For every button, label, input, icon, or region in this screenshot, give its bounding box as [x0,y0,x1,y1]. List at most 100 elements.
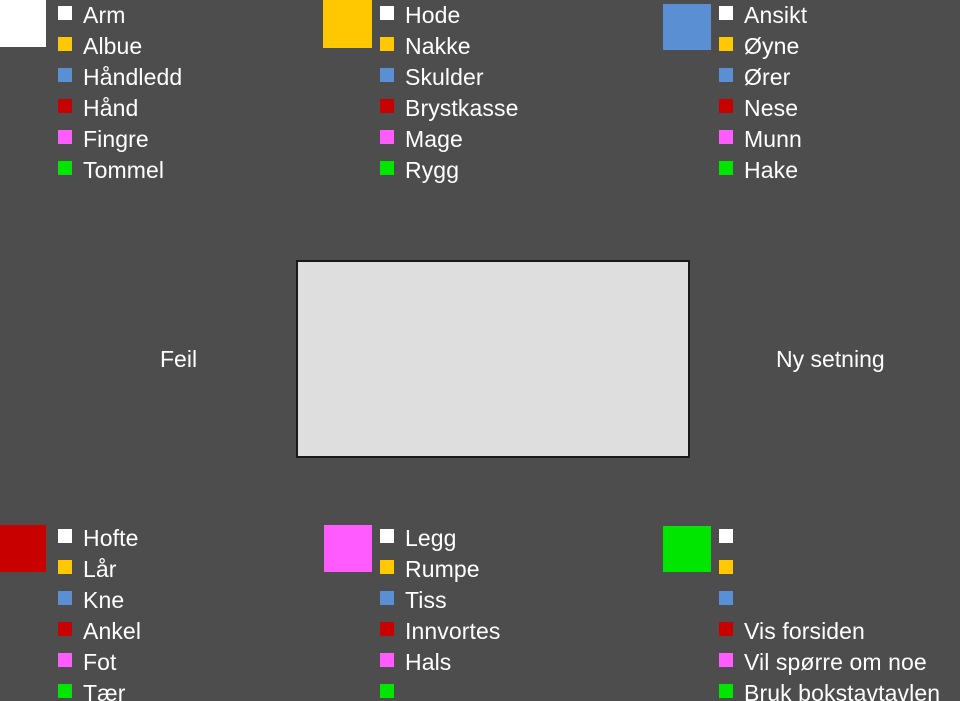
legend-column-top-3: Ansikt Øyne Ører Nese Munn Hake [719,0,807,186]
app-canvas: Arm Albue Håndledd Hånd Fingre Tommel Ho… [0,0,960,701]
color-bullet-icon [380,99,394,113]
legend-item[interactable]: Hofte [58,523,141,554]
legend-item-label: Munn [744,126,802,152]
top-swatch-3[interactable] [663,4,711,50]
legend-item-label: Hånd [83,95,139,121]
legend-item[interactable]: Hals [380,647,501,678]
ny-setning-label[interactable]: Ny setning [776,345,885,373]
legend-item-label: Bruk bokstavtavlen [744,680,941,701]
legend-item[interactable]: Brystkasse [380,93,518,124]
legend-item-label: Arm [83,2,126,28]
legend-item-label: Albue [83,33,143,59]
legend-column-bottom-2: Legg Rumpe Tiss Innvortes Hals [380,523,501,701]
color-bullet-icon [719,68,733,82]
legend-item-label: Nese [744,95,799,121]
color-bullet-icon [380,653,394,667]
top-swatch-1[interactable] [0,0,46,47]
legend-item[interactable]: Legg [380,523,501,554]
color-bullet-icon [58,684,72,698]
legend-item[interactable]: Vis forsiden [719,616,940,647]
color-bullet-icon [719,622,733,636]
color-bullet-icon [380,529,394,543]
legend-item[interactable]: Arm [58,0,182,31]
legend-item-label: Fingre [83,126,149,152]
legend-item-label: Hals [405,649,452,675]
legend-item-label: Øyne [744,33,800,59]
color-bullet-icon [380,560,394,574]
legend-item[interactable]: Øyne [719,31,807,62]
bottom-swatch-3[interactable] [663,526,711,572]
legend-item[interactable]: Rygg [380,155,518,186]
legend-column-bottom-1: Hofte Lår Kne Ankel Fot Tær [58,523,141,701]
legend-item[interactable]: Hode [380,0,518,31]
legend-item-label: Tiss [405,587,447,613]
legend-item[interactable]: Skulder [380,62,518,93]
legend-item[interactable]: Vil spørre om noe [719,647,940,678]
color-bullet-icon [380,130,394,144]
legend-item[interactable]: Tommel [58,155,182,186]
legend-item[interactable]: Nese [719,93,807,124]
sentence-text-box[interactable] [296,260,690,458]
legend-item[interactable]: Fot [58,647,141,678]
legend-item[interactable]: Hake [719,155,807,186]
color-bullet-icon [58,99,72,113]
color-bullet-icon [719,99,733,113]
legend-item-label: Innvortes [405,618,501,644]
color-bullet-icon [380,37,394,51]
legend-item[interactable]: Albue [58,31,182,62]
legend-item[interactable]: Kne [58,585,141,616]
color-bullet-icon [380,161,394,175]
color-bullet-icon [719,653,733,667]
legend-item[interactable]: Mage [380,124,518,155]
legend-item-label: Mage [405,126,463,152]
legend-item-label: Hake [744,157,799,183]
legend-item[interactable]: Håndledd [58,62,182,93]
legend-item[interactable]: Rumpe [380,554,501,585]
color-bullet-icon [719,161,733,175]
bottom-swatch-1[interactable] [0,525,46,572]
legend-item-label: Fot [83,649,117,675]
color-bullet-icon [58,37,72,51]
color-bullet-icon [719,6,733,20]
color-bullet-icon [58,6,72,20]
legend-item[interactable]: Lår [58,554,141,585]
legend-item-label: Tær [83,680,126,701]
bottom-swatch-2[interactable] [324,525,372,572]
legend-item[interactable] [719,523,940,554]
top-swatch-2[interactable] [323,0,372,48]
legend-item-label: Rumpe [405,556,480,582]
legend-column-bottom-3: Vis forsiden Vil spørre om noe Bruk boks… [719,523,940,701]
legend-item-label: Vil spørre om noe [744,649,927,675]
legend-item[interactable] [719,585,940,616]
legend-item[interactable]: Tær [58,678,141,701]
feil-label[interactable]: Feil [160,345,197,373]
legend-item[interactable] [719,554,940,585]
legend-item[interactable]: Munn [719,124,807,155]
legend-item-label: Ører [744,64,791,90]
legend-item[interactable]: Bruk bokstavtavlen [719,678,940,701]
legend-item[interactable]: Ankel [58,616,141,647]
color-bullet-icon [719,591,733,605]
legend-item-label: Vis forsiden [744,618,865,644]
legend-item[interactable] [380,678,501,701]
color-bullet-icon [58,130,72,144]
legend-item[interactable]: Nakke [380,31,518,62]
color-bullet-icon [58,529,72,543]
color-bullet-icon [380,684,394,698]
legend-column-top-1: Arm Albue Håndledd Hånd Fingre Tommel [58,0,182,186]
legend-item-label: Skulder [405,64,484,90]
legend-column-top-2: Hode Nakke Skulder Brystkasse Mage Rygg [380,0,518,186]
legend-item-label: Hofte [83,525,139,551]
legend-item[interactable]: Ansikt [719,0,807,31]
legend-item[interactable]: Tiss [380,585,501,616]
color-bullet-icon [380,622,394,636]
legend-item[interactable]: Hånd [58,93,182,124]
color-bullet-icon [719,560,733,574]
legend-item[interactable]: Fingre [58,124,182,155]
legend-item[interactable]: Ører [719,62,807,93]
color-bullet-icon [58,622,72,636]
legend-item-label: Ansikt [744,2,808,28]
legend-item-label: Håndledd [83,64,183,90]
legend-item[interactable]: Innvortes [380,616,501,647]
color-bullet-icon [380,6,394,20]
